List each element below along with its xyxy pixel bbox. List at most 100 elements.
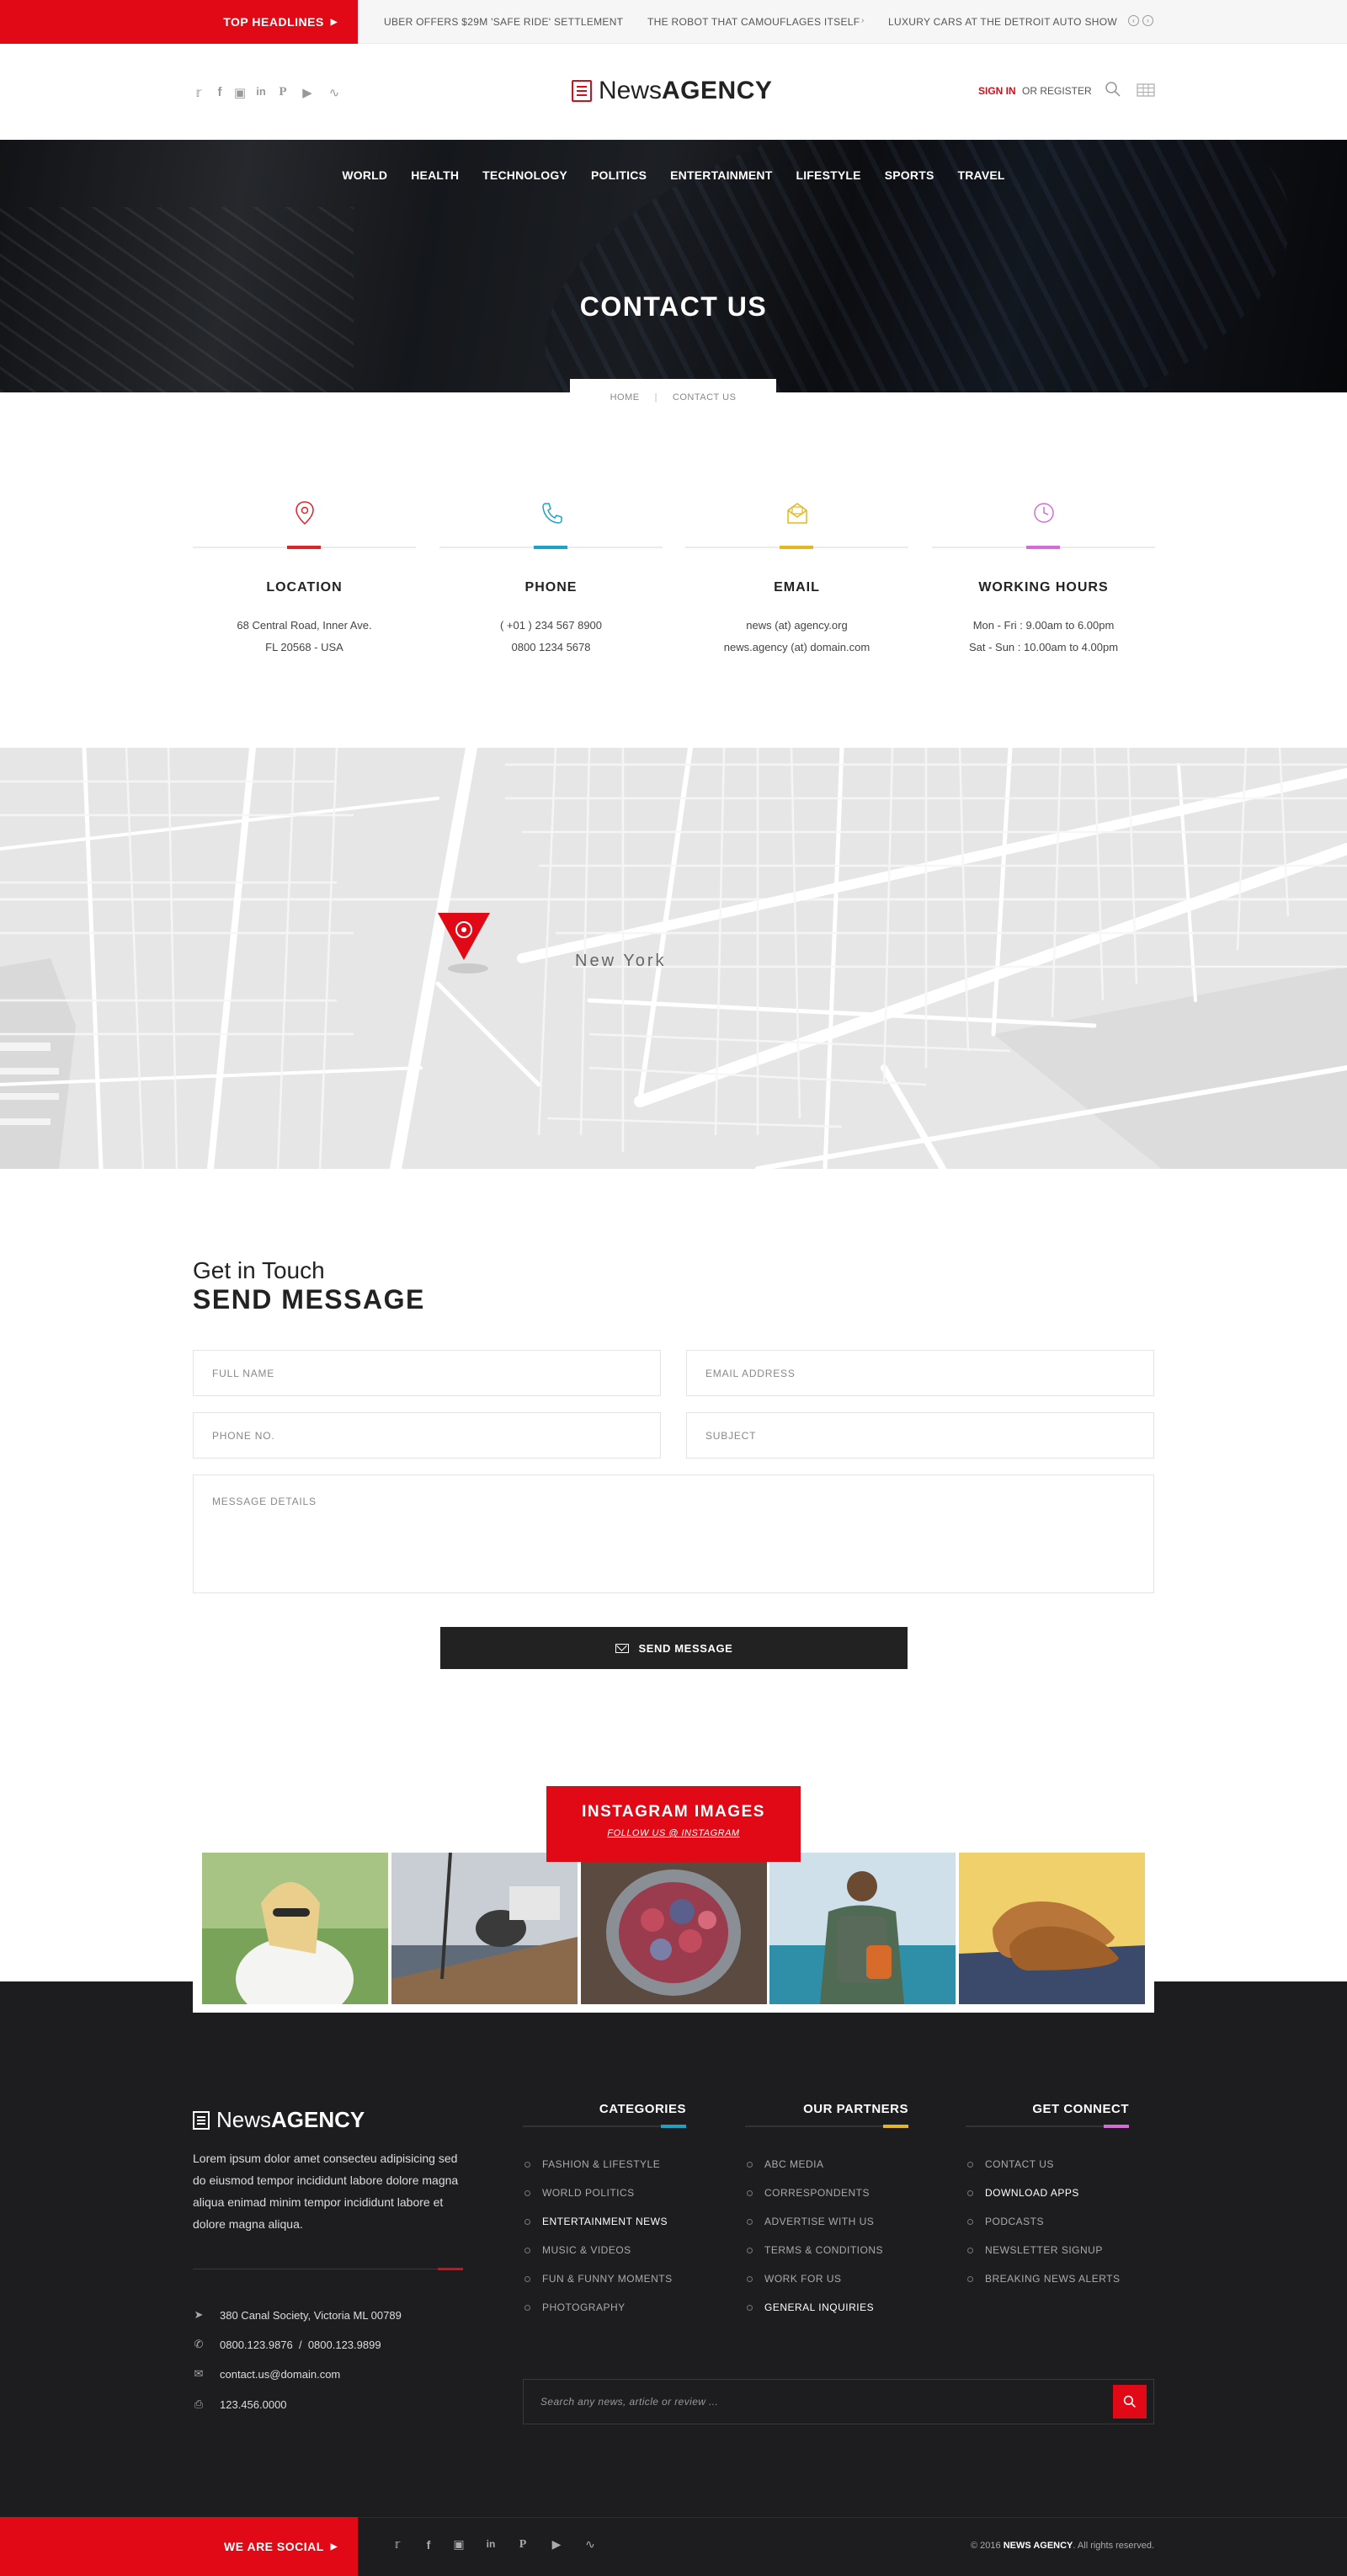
nav-item-entertainment[interactable]: ENTERTAINMENT: [658, 168, 784, 194]
instagram-image-4[interactable]: [769, 1853, 956, 2004]
facebook-icon[interactable]: f: [421, 2538, 436, 2552]
search-icon[interactable]: [1105, 81, 1121, 98]
instagram-icon[interactable]: ▣: [232, 85, 248, 100]
copyright-brand[interactable]: NEWS AGENCY: [1004, 2541, 1073, 2551]
message-textarea[interactable]: MESSAGE DETAILS: [193, 1475, 1154, 1593]
info-location: LOCATION 68 Central Road, Inner Ave. FL …: [193, 493, 416, 678]
instagram-title: INSTAGRAM IMAGES: [582, 1803, 765, 1821]
info-text: news.agency (at) domain.com: [723, 641, 870, 653]
rss-icon[interactable]: ∿: [327, 85, 342, 100]
footer-connect-title: GET CONNECT: [1032, 2102, 1129, 2116]
headline-prev-icon[interactable]: ‹: [1128, 15, 1139, 26]
footer-link[interactable]: TERMS & CONDITIONS: [747, 2242, 883, 2259]
caret-right-icon: ▶: [330, 2541, 338, 2552]
location-map[interactable]: [0, 748, 1347, 1169]
headline-link-3[interactable]: LUXURY CARS AT THE DETROIT AUTO SHOW: [888, 0, 1117, 44]
bullet-icon: [747, 2304, 753, 2311]
site-footer: [0, 1981, 1347, 2517]
email-icon: [787, 503, 807, 524]
copyright-suffix: . All rights reserved.: [1073, 2541, 1154, 2551]
top-headlines-label: TOP HEADLINES ▶: [0, 0, 358, 44]
nav-item-world[interactable]: WORLD: [330, 168, 399, 194]
footer-link[interactable]: GENERAL INQUIRIES: [747, 2299, 874, 2316]
email-input[interactable]: EMAIL ADDRESS: [686, 1350, 1154, 1396]
phone-input[interactable]: PHONE NO.: [193, 1412, 661, 1459]
linkedin-icon[interactable]: in: [483, 2538, 498, 2550]
twitter-icon[interactable]: 𝕣: [191, 85, 206, 100]
bullet-icon: [747, 2247, 753, 2253]
footer-link-label: PHOTOGRAPHY: [542, 2301, 626, 2313]
info-title: EMAIL: [774, 580, 820, 595]
footer-link[interactable]: PODCASTS: [967, 2213, 1044, 2230]
headline-next-icon[interactable]: ›: [1142, 15, 1153, 26]
youtube-icon[interactable]: ▶: [300, 85, 315, 100]
info-title: PHONE: [524, 580, 578, 595]
footer-link[interactable]: ABC MEDIA: [747, 2156, 824, 2173]
sign-in-link[interactable]: SIGN IN: [978, 85, 1016, 97]
grid-menu-icon[interactable]: [1137, 83, 1155, 97]
instagram-image-5[interactable]: [959, 1853, 1145, 2004]
footer-link-label: MUSIC & VIDEOS: [542, 2244, 631, 2256]
instagram-image-2[interactable]: [391, 1853, 578, 2004]
footer-email-link[interactable]: contact.us@domain.com: [220, 2368, 340, 2381]
footer-link[interactable]: FUN & FUNNY MOMENTS: [524, 2270, 673, 2287]
footer-link[interactable]: ADVERTISE WITH US: [747, 2213, 874, 2230]
footer-search-input[interactable]: Search any news, article or review ...: [523, 2379, 1154, 2424]
info-text: Mon - Fri : 9.00am to 6.00pm: [972, 619, 1115, 632]
register-link[interactable]: OR REGISTER: [1022, 85, 1092, 97]
footer-link[interactable]: PHOTOGRAPHY: [524, 2299, 626, 2316]
copyright-year: © 2016: [970, 2541, 1001, 2551]
footer-link[interactable]: CONTACT US: [967, 2156, 1054, 2173]
info-text: news (at) agency.org: [746, 619, 848, 632]
pinterest-icon[interactable]: P: [275, 85, 290, 99]
footer-categories-title: CATEGORIES: [599, 2102, 686, 2116]
footer-link-label: CONTACT US: [985, 2158, 1054, 2170]
facebook-icon[interactable]: f: [212, 85, 227, 99]
footer-link[interactable]: WORK FOR US: [747, 2270, 842, 2287]
main-nav: WORLD HEALTH TECHNOLOGY POLITICS ENTERTA…: [0, 168, 1347, 194]
twitter-icon[interactable]: 𝕣: [390, 2538, 405, 2552]
footer-link[interactable]: ENTERTAINMENT NEWS: [524, 2213, 668, 2230]
nav-item-lifestyle[interactable]: LIFESTYLE: [784, 168, 872, 194]
footer-phone-text: 0800.123.9876 / 0800.123.9899: [220, 2338, 381, 2351]
info-working-hours: WORKING HOURS Mon - Fri : 9.00am to 6.00…: [932, 493, 1155, 678]
full-name-input[interactable]: FULL NAME: [193, 1350, 661, 1396]
headline-link-2[interactable]: THE ROBOT THAT CAMOUFLAGES ITSELF: [647, 0, 860, 44]
youtube-icon[interactable]: ▶: [549, 2538, 564, 2552]
footer-link-label: ENTERTAINMENT NEWS: [542, 2216, 668, 2227]
nav-item-health[interactable]: HEALTH: [399, 168, 471, 194]
top-headlines-text: TOP HEADLINES: [223, 15, 324, 29]
site-logo[interactable]: News AGENCY: [572, 76, 772, 106]
footer-link[interactable]: MUSIC & VIDEOS: [524, 2242, 631, 2259]
footer-link-label: FUN & FUNNY MOMENTS: [542, 2273, 673, 2285]
rss-icon[interactable]: ∿: [583, 2538, 598, 2552]
footer-link-label: FASHION & LIFESTYLE: [542, 2158, 661, 2170]
footer-link-label: PODCASTS: [985, 2216, 1045, 2227]
linkedin-icon[interactable]: in: [253, 85, 269, 98]
instagram-image-3[interactable]: [581, 1853, 767, 2004]
footer-search-button[interactable]: [1113, 2385, 1147, 2419]
send-message-button[interactable]: SEND MESSAGE: [440, 1627, 908, 1669]
pinterest-icon[interactable]: P: [515, 2538, 530, 2552]
footer-logo[interactable]: News AGENCY: [193, 2107, 365, 2133]
footer-link[interactable]: DOWNLOAD APPS: [967, 2184, 1079, 2201]
nav-item-travel[interactable]: TRAVEL: [945, 168, 1016, 194]
bullet-icon: [967, 2218, 973, 2225]
footer-link[interactable]: WORLD POLITICS: [524, 2184, 635, 2201]
nav-item-politics[interactable]: POLITICS: [579, 168, 658, 194]
breadcrumb-home[interactable]: HOME: [610, 392, 640, 403]
copyright-text: © 2016 NEWS AGENCY. All rights reserved.: [960, 2541, 1154, 2551]
nav-item-technology[interactable]: TECHNOLOGY: [471, 168, 579, 194]
footer-link[interactable]: NEWSLETTER SIGNUP: [967, 2242, 1103, 2259]
footer-link[interactable]: CORRESPONDENTS: [747, 2184, 870, 2201]
headline-link-1[interactable]: UBER OFFERS $29M 'SAFE RIDE' SETTLEMENT: [384, 0, 623, 44]
bullet-icon: [524, 2275, 530, 2282]
instagram-image-1[interactable]: [202, 1853, 388, 2004]
footer-link[interactable]: FASHION & LIFESTYLE: [524, 2156, 660, 2173]
footer-column-accent: [883, 2125, 908, 2128]
instagram-follow-link[interactable]: FOLLOW US @ INSTAGRAM: [546, 1828, 801, 1838]
subject-input[interactable]: SUBJECT: [686, 1412, 1154, 1459]
footer-link[interactable]: BREAKING NEWS ALERTS: [967, 2270, 1121, 2287]
instagram-icon[interactable]: ▣: [451, 2538, 466, 2552]
nav-item-sports[interactable]: SPORTS: [873, 168, 946, 194]
